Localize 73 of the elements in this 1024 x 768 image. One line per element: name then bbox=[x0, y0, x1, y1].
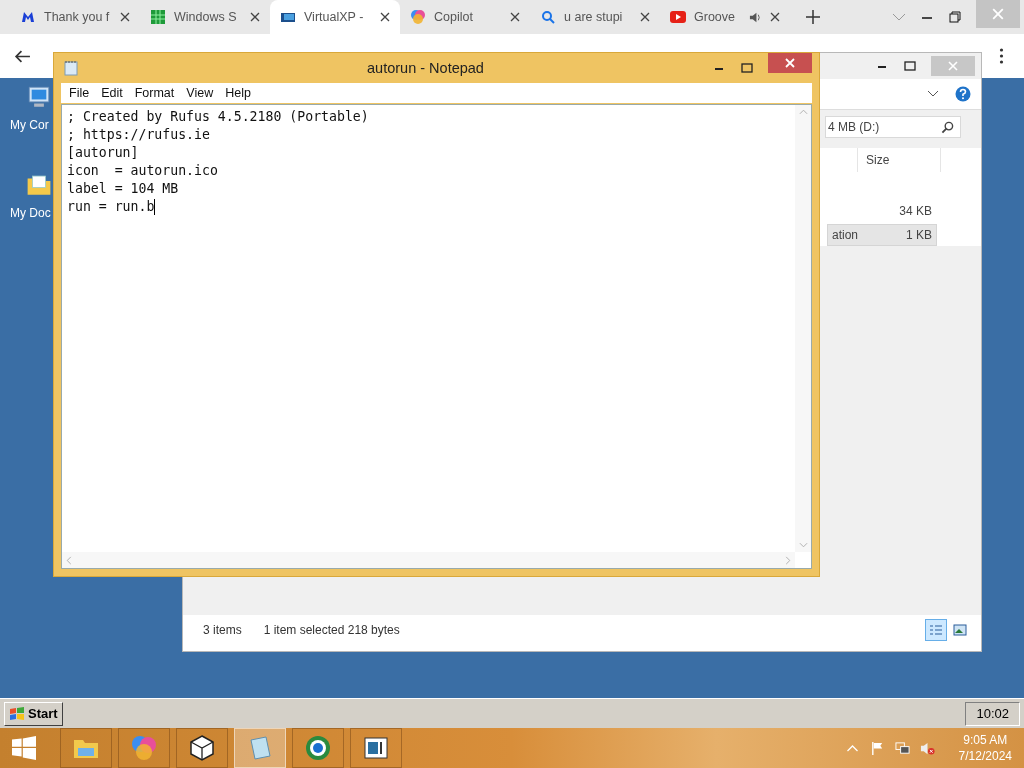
menu-item[interactable]: View bbox=[180, 86, 220, 100]
tab-title: Windows S bbox=[174, 10, 238, 24]
tab-title: u are stupi bbox=[564, 10, 624, 24]
menu-item[interactable]: Format bbox=[128, 86, 181, 100]
close-icon[interactable] bbox=[380, 12, 390, 22]
new-tab-icon[interactable] bbox=[806, 10, 820, 24]
menu-item[interactable]: Edit bbox=[95, 86, 129, 100]
list-icon bbox=[929, 624, 943, 636]
window-icon bbox=[362, 734, 390, 762]
close-button[interactable] bbox=[768, 53, 812, 73]
close-icon bbox=[785, 58, 795, 68]
chevron-down-icon[interactable] bbox=[927, 90, 939, 98]
start-button[interactable]: Start bbox=[4, 701, 63, 726]
restore-icon[interactable] bbox=[948, 11, 962, 23]
taskbar-app[interactable] bbox=[176, 728, 228, 768]
browser-tab[interactable]: VirtualXP - bbox=[270, 0, 400, 34]
close-icon bbox=[948, 61, 958, 71]
copilot-icon bbox=[410, 9, 426, 25]
browser-tab[interactable]: Copilot bbox=[400, 0, 530, 34]
browser-tab[interactable]: Thank you f bbox=[10, 0, 140, 34]
close-icon[interactable] bbox=[250, 12, 260, 22]
help-icon[interactable] bbox=[955, 86, 971, 102]
speaker-muted-icon[interactable] bbox=[919, 740, 935, 756]
maximize-icon[interactable] bbox=[903, 60, 917, 72]
icon-label: My Doc bbox=[10, 206, 51, 220]
close-icon[interactable] bbox=[120, 12, 130, 22]
menu-icon[interactable] bbox=[999, 48, 1004, 64]
clock-time: 9:05 AM bbox=[963, 732, 1008, 748]
text-line: [autorun] bbox=[67, 144, 139, 162]
cube-icon bbox=[188, 734, 216, 762]
file-row[interactable]: ation 1 KB bbox=[827, 224, 937, 246]
browser-tab[interactable]: Windows S bbox=[140, 0, 270, 34]
menu-item[interactable]: Help bbox=[219, 86, 257, 100]
file-row[interactable]: 34 KB bbox=[827, 200, 937, 222]
close-icon[interactable] bbox=[770, 12, 780, 22]
selection-info: 1 item selected 218 bytes bbox=[263, 623, 400, 637]
browser-tab[interactable]: u are stupi bbox=[530, 0, 660, 34]
grid-icon bbox=[150, 9, 166, 25]
globe-icon bbox=[304, 734, 332, 762]
windows-logo-icon[interactable] bbox=[12, 736, 36, 760]
text-line: ; https://rufus.ie bbox=[67, 126, 210, 144]
play-icon bbox=[670, 9, 686, 25]
copilot-icon bbox=[130, 734, 158, 762]
folder-icon[interactable] bbox=[26, 172, 52, 198]
close-icon[interactable] bbox=[510, 12, 520, 22]
maximize-icon[interactable] bbox=[740, 62, 754, 74]
clock-date: 7/12/2024 bbox=[958, 748, 1012, 764]
computer-icon[interactable] bbox=[26, 84, 52, 110]
text-line: ; Created by Rufus 4.5.2180 (Portable) bbox=[67, 108, 369, 126]
close-icon bbox=[992, 8, 1004, 20]
notepad-icon bbox=[63, 60, 79, 76]
tab-title: Groove bbox=[694, 10, 736, 24]
icon-label: My Cor bbox=[10, 118, 49, 132]
close-icon[interactable] bbox=[640, 12, 650, 22]
text-editor[interactable]: ; Created by Rufus 4.5.2180 (Portable) ; https://rufus.ie [autorun] icon = autorun.ico label = 104 MB run = run.b bbox=[61, 104, 812, 569]
image-icon bbox=[953, 624, 967, 636]
tab-title: Copilot bbox=[434, 10, 474, 24]
search-icon bbox=[540, 9, 556, 25]
text-line: label = 104 MB bbox=[67, 180, 179, 198]
search-field[interactable]: 4 MB (D:) bbox=[825, 116, 961, 138]
tab-title: Thank you f bbox=[44, 10, 111, 24]
menu-item[interactable]: File bbox=[63, 86, 96, 100]
text-line: run = run.b bbox=[67, 198, 155, 216]
search-icon bbox=[941, 120, 954, 134]
text-line: icon = autorun.ico bbox=[67, 162, 218, 180]
text-caret bbox=[154, 199, 156, 215]
tab-title: VirtualXP - bbox=[304, 10, 365, 24]
browser-tab[interactable]: Groove bbox=[660, 0, 790, 34]
window-title: autorun - Notepad bbox=[366, 60, 485, 76]
network-icon[interactable] bbox=[894, 740, 910, 756]
item-count: 3 items bbox=[203, 623, 242, 637]
flag-logo-icon bbox=[9, 705, 25, 722]
clock: 10:02 bbox=[965, 701, 1020, 726]
